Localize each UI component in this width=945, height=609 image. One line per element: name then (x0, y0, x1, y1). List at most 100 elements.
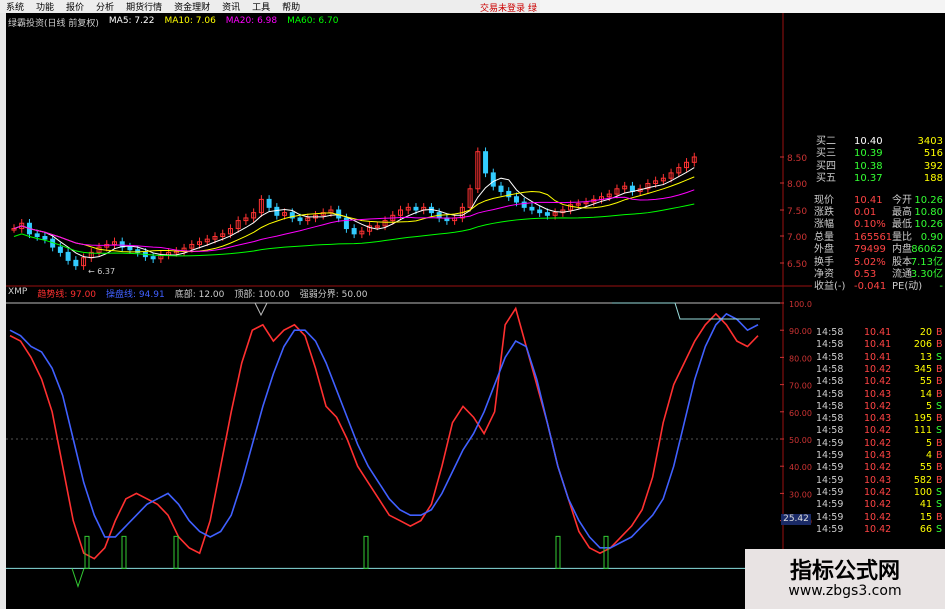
quote-stat-value: 165561 (854, 231, 893, 243)
indicator-axis-label: 60.00 (789, 409, 812, 418)
quote-stat-row: 外盘 79499 内盘 86062 (812, 244, 945, 256)
candle-body (266, 198, 272, 208)
indicator-axis-label: 30.00 (789, 490, 812, 499)
indicator-name: XMP (8, 287, 28, 297)
menu-item-analysis[interactable]: 分析 (90, 0, 120, 13)
bid5-label: 买五 (816, 173, 836, 185)
quote-stat-label: 涨跌 (814, 206, 834, 218)
tick-row: 14:59 10.43 4 B (812, 450, 945, 462)
candle-body (274, 206, 280, 216)
menu-item-futures[interactable]: 期货行情 (120, 0, 168, 13)
price-axis-label: 7.00 (787, 233, 807, 243)
bid3-row: 买三 10.39 516 (812, 148, 945, 160)
tick-volume: 20 (919, 327, 932, 338)
ma-legend: 绿霸投资(日线 前复权) MA5: 7.22 MA10: 7.06 MA20: … (8, 16, 338, 30)
menu-item-finance[interactable]: 资金理财 (168, 0, 216, 13)
tick-volume: 55 (919, 376, 932, 388)
quote-stat-value: -0.041 (854, 281, 887, 293)
quote-stat-value: 10.80 (914, 206, 943, 218)
bid2-vol: 3403 (917, 136, 943, 147)
tick-row: 14:58 10.41 13 S (812, 352, 945, 364)
menu-item-quotes[interactable]: 报价 (60, 0, 90, 13)
candle-body (544, 212, 550, 216)
quote-stat-row: 换手 5.02% 股本 7.13亿 (812, 257, 945, 269)
indicator-axis-label: 90.00 (789, 327, 812, 336)
quote-stat-label: 总量 (814, 231, 834, 243)
tick-time: 14:59 (816, 486, 844, 498)
tick-time: 14:58 (816, 413, 844, 425)
indicator-axis-label: 50.00 (789, 436, 812, 445)
menu-item-news[interactable]: 资讯 (216, 0, 246, 13)
bid5-price: 10.37 (854, 173, 883, 185)
top-step-line (612, 302, 760, 320)
tick-side: S (936, 400, 943, 412)
watermark-title: 指标公式网 (789, 559, 900, 584)
candle-body (490, 172, 496, 187)
menu-item-system[interactable]: 系统 (0, 0, 30, 13)
quote-stat-value: - (939, 281, 943, 293)
price-axis-label: 8.50 (787, 154, 807, 164)
quote-stat-value: 5.02% (854, 256, 886, 268)
tick-side: B (936, 511, 943, 523)
candle-body (73, 259, 79, 267)
menu-item-function[interactable]: 功能 (30, 0, 60, 13)
bid5-vol: 188 (923, 173, 943, 185)
menu-item-help[interactable]: 帮助 (276, 0, 306, 13)
tick-volume: 345 (913, 363, 932, 375)
bid3-vol: 516 (923, 148, 943, 160)
quote-stat-value: 3.30亿 (910, 268, 943, 280)
quote-stat-value: 0.10% (854, 219, 886, 231)
divider-label: 强弱分界: 50.00 (299, 290, 368, 300)
tick-time: 14:58 (816, 400, 844, 412)
price-axis-label: 8.00 (787, 180, 807, 190)
bid4-vol: 392 (923, 160, 943, 172)
tick-price: 10.43 (864, 450, 892, 461)
trade-line-label: 操盘线: 94.91 (106, 290, 165, 300)
candle-body (343, 217, 349, 230)
top-label: 顶部: 100.00 (234, 290, 290, 300)
candle-body (297, 217, 303, 222)
tick-volume: 4 (925, 450, 932, 461)
tick-price: 10.42 (864, 523, 892, 535)
quote-stats: 现价 10.41 今开 10.26 涨跌 0.01 最高 10.80 涨幅 0.10% 最低 10.2… (812, 195, 945, 294)
indicator-axis-label: 70.00 (789, 382, 812, 391)
tick-volume: 13 (919, 351, 932, 363)
candle-body (498, 185, 504, 192)
quote-stat-label: 内盘 (892, 244, 912, 256)
quote-stat-value: 10.41 (854, 194, 883, 206)
quote-stat-value: 7.13亿 (910, 256, 943, 268)
tick-side: S (936, 351, 943, 363)
tick-side: S (936, 523, 943, 535)
quote-stat-value: 79499 (854, 244, 886, 256)
quote-stat-row: 总量 165561 量比 0.90 (812, 232, 945, 244)
tick-side: B (936, 363, 943, 375)
tick-volume: 195 (913, 413, 932, 425)
quote-stat-value: 86062 (911, 244, 943, 256)
price-axis-label: 7.50 (787, 207, 807, 217)
candle-body (34, 233, 40, 238)
signal-arrow-down (71, 568, 85, 588)
low-price-annotation: ← 6.37 (88, 267, 115, 276)
menu-item-tools[interactable]: 工具 (246, 0, 276, 13)
tick-time: 14:59 (816, 450, 844, 461)
candle-body (351, 228, 357, 235)
tick-volume: 582 (913, 474, 932, 486)
watermark-url: www.zbgs3.com (788, 583, 902, 599)
quote-stat-value: 0.01 (854, 206, 877, 218)
tick-row: 14:59 10.43 582 B (812, 475, 945, 487)
ma20-label: MA20: 6.98 (225, 16, 278, 26)
bid3-price: 10.39 (854, 148, 883, 160)
tick-time: 14:58 (816, 363, 844, 375)
tick-time: 14:58 (816, 376, 844, 388)
tick-price: 10.43 (864, 474, 892, 486)
quote-panel: 买二 10.40 3403 买三 10.39 516 买四 10.38 392 … (812, 136, 945, 294)
tick-row: 14:58 10.43 14 B (812, 389, 945, 401)
indicator-axis-label: 100.00 (789, 300, 812, 309)
tick-price: 10.42 (864, 486, 892, 498)
signal-arrow-top (254, 302, 268, 317)
tick-time: 14:58 (816, 339, 844, 351)
tick-volume: 5 (925, 400, 932, 412)
tick-side: S (936, 486, 943, 498)
indicator-axis-label: 80.00 (789, 354, 812, 363)
quote-stat-label: 现价 (814, 194, 834, 206)
